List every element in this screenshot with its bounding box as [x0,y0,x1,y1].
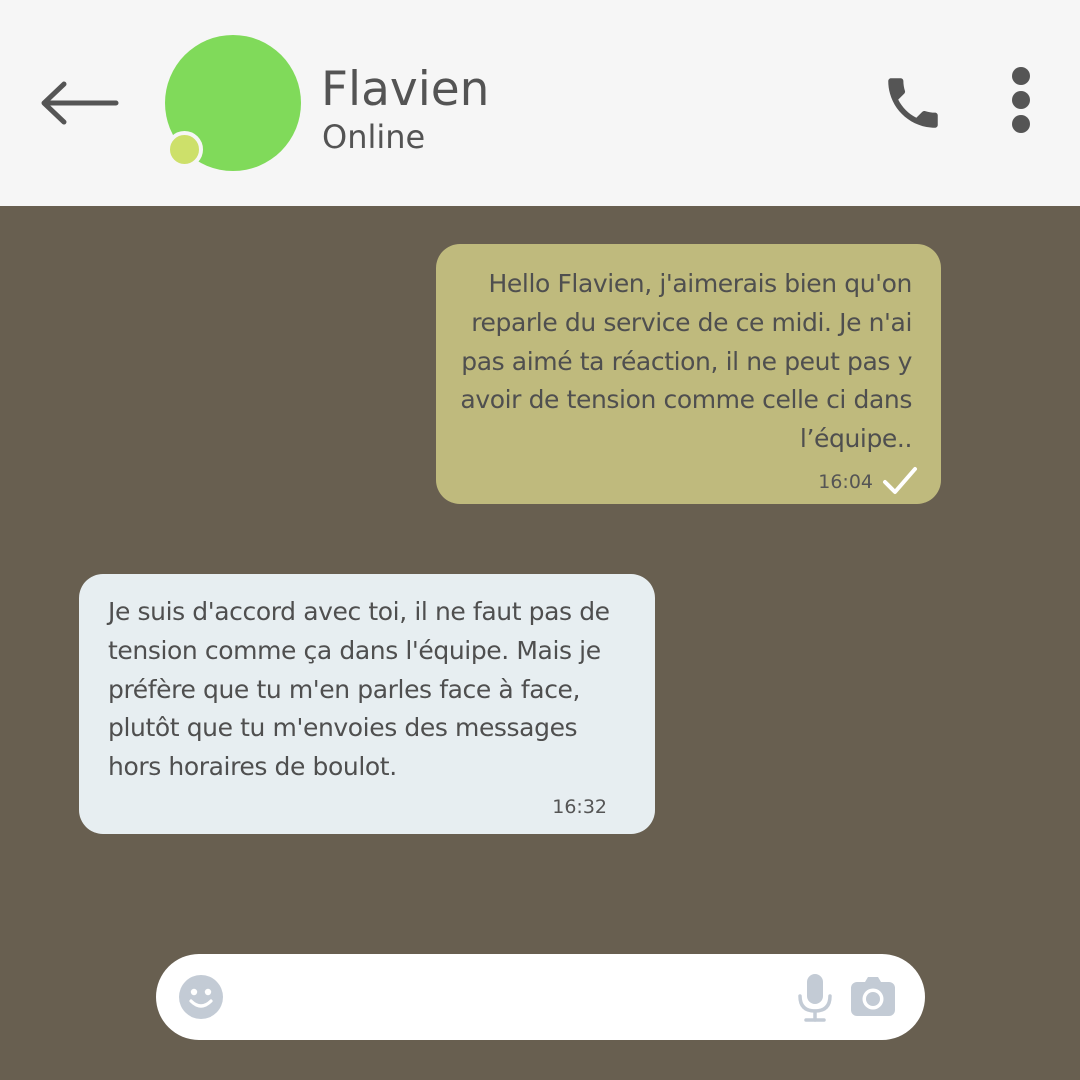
message-time: 16:32 [552,796,607,818]
message-composer [156,954,925,1040]
more-options-button[interactable] [998,66,1044,136]
contact-status: Online [322,118,426,156]
online-status-dot [166,131,203,168]
message-input[interactable] [238,972,782,1024]
contact-name: Flavien [321,62,490,117]
message-time: 16:04 [818,471,873,493]
outgoing-message-bubble[interactable]: Hello Flavien, j'aimerais bien qu'on rep… [436,244,941,504]
phone-icon [888,78,938,128]
microphone-icon [798,974,832,1022]
back-button[interactable] [36,76,126,130]
incoming-message-bubble[interactable]: Je suis d'accord avec toi, il ne faut pa… [79,574,655,834]
call-button[interactable] [880,70,946,136]
smiley-icon [179,975,223,1019]
message-text: Hello Flavien, j'aimerais bien qu'on rep… [460,269,912,454]
chat-header: Flavien Online [0,0,1080,206]
arrow-left-icon [41,81,119,125]
check-icon [883,467,917,494]
camera-icon [851,977,895,1016]
message-text: Je suis d'accord avec toi, il ne faut pa… [108,597,610,782]
microphone-button[interactable] [794,972,836,1024]
emoji-button[interactable] [178,974,224,1020]
camera-button[interactable] [850,976,896,1020]
more-vertical-icon [1012,67,1030,133]
